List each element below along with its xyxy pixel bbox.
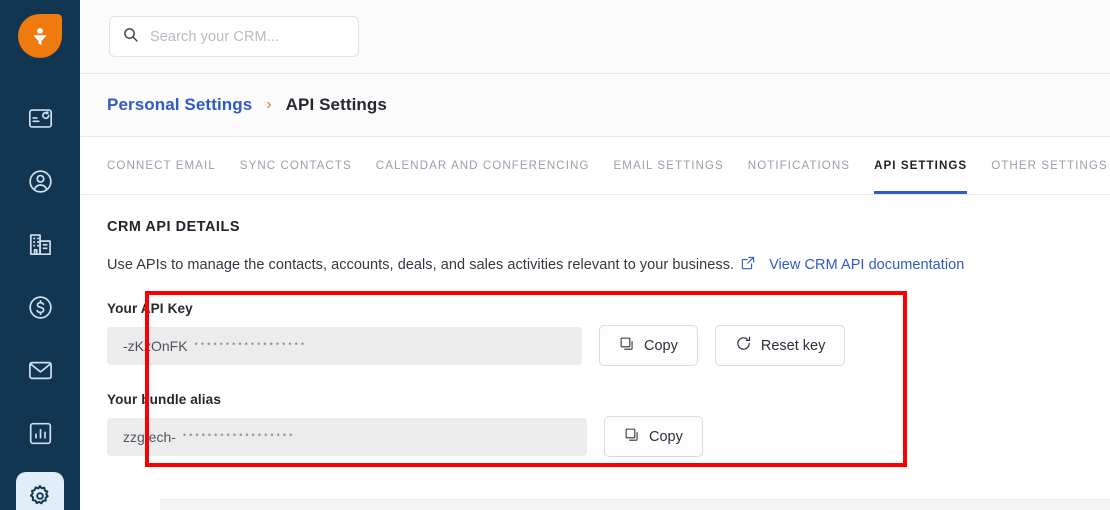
copy-api-key-button[interactable]: Copy — [599, 325, 698, 366]
tab-calendar-and-conferencing[interactable]: CALENDAR AND CONFERENCING — [376, 137, 590, 194]
view-crm-api-documentation-link[interactable]: View CRM API documentation — [769, 257, 964, 273]
contact-person-icon — [27, 168, 54, 195]
tab-other-settings[interactable]: OTHER SETTINGS — [991, 137, 1107, 194]
primary-sidebar — [0, 0, 80, 510]
bundle-alias-masked-value: •••••••••••••••••• — [182, 429, 296, 440]
api-key-masked-value: •••••••••••••••••• — [194, 338, 308, 349]
reset-key-label: Reset key — [760, 337, 826, 354]
top-bar: Search your CRM... — [80, 0, 1110, 74]
api-key-value-field[interactable]: -zKzOnFK •••••••••••••••••• — [107, 326, 582, 365]
api-key-section: Your API Key -zKzOnFK •••••••••••••••••• — [107, 301, 1110, 366]
main-area: Search your CRM... Personal Settings › A… — [80, 0, 1110, 510]
tab-sync-contacts[interactable]: SYNC CONTACTS — [240, 137, 352, 194]
bundle-alias-value-field[interactable]: zzgtech- •••••••••••••••••• — [107, 417, 587, 456]
sidebar-item-deals[interactable] — [16, 283, 64, 331]
bundle-alias-label: Your bundle alias — [107, 392, 221, 407]
sidebar-item-reports[interactable] — [16, 409, 64, 457]
copy-icon — [624, 427, 640, 447]
search-input[interactable]: Search your CRM... — [109, 16, 359, 57]
reset-key-button[interactable]: Reset key — [714, 325, 846, 366]
bundle-alias-prefix: zzgtech- — [123, 428, 176, 445]
copy-icon — [619, 336, 635, 356]
breadcrumb-current: API Settings — [285, 95, 387, 114]
external-link-icon[interactable] — [740, 255, 756, 275]
bundle-alias-row: zzgtech- •••••••••••••••••• Copy — [107, 416, 1110, 457]
deal-dollar-icon — [27, 294, 54, 321]
sidebar-item-settings[interactable] — [16, 472, 64, 510]
sidebar-item-companies[interactable] — [16, 220, 64, 268]
api-key-prefix: -zKzOnFK — [123, 337, 188, 354]
settings-tab-bar: CONNECT EMAIL SYNC CONTACTS CALENDAR AND… — [80, 137, 1110, 195]
sidebar-item-contacts[interactable] — [16, 157, 64, 205]
search-icon — [122, 26, 139, 48]
refresh-icon — [735, 335, 752, 356]
section-description: Use APIs to manage the contacts, account… — [107, 255, 1110, 275]
activity-card-icon — [27, 105, 54, 132]
email-envelope-icon — [27, 357, 54, 384]
api-settings-content: CRM API DETAILS Use APIs to manage the c… — [80, 195, 1110, 510]
tab-api-settings[interactable]: API SETTINGS — [874, 137, 968, 194]
sidebar-item-activities[interactable] — [16, 94, 64, 142]
funnel-logo-icon — [18, 14, 62, 58]
tab-email-settings[interactable]: EMAIL SETTINGS — [614, 137, 724, 194]
company-building-icon — [27, 231, 54, 258]
breadcrumb-parent-link[interactable]: Personal Settings — [107, 95, 252, 115]
tab-notifications[interactable]: NOTIFICATIONS — [748, 137, 850, 194]
search-placeholder: Search your CRM... — [150, 28, 280, 45]
app-root: Search your CRM... Personal Settings › A… — [0, 0, 1110, 510]
app-logo[interactable] — [17, 14, 63, 58]
api-key-row: -zKzOnFK •••••••••••••••••• Copy Reset k… — [107, 325, 1110, 366]
tab-connect-email[interactable]: CONNECT EMAIL — [107, 137, 216, 194]
settings-gear-icon — [27, 483, 53, 509]
sidebar-nav — [0, 94, 80, 510]
copy-api-key-label: Copy — [644, 337, 678, 354]
api-key-label: Your API Key — [107, 301, 193, 316]
copy-bundle-alias-label: Copy — [649, 428, 683, 445]
bundle-alias-section: Your bundle alias zzgtech- •••••••••••••… — [107, 392, 1110, 457]
page-title: CRM API DETAILS — [107, 219, 240, 235]
copy-bundle-alias-button[interactable]: Copy — [604, 416, 703, 457]
breadcrumb-separator-icon: › — [266, 96, 272, 113]
page-bottom-strip — [160, 499, 1110, 510]
sidebar-item-email[interactable] — [16, 346, 64, 394]
breadcrumb: Personal Settings › API Settings — [80, 74, 1110, 137]
description-text: Use APIs to manage the contacts, account… — [107, 257, 735, 273]
reports-bar-chart-icon — [27, 420, 54, 447]
